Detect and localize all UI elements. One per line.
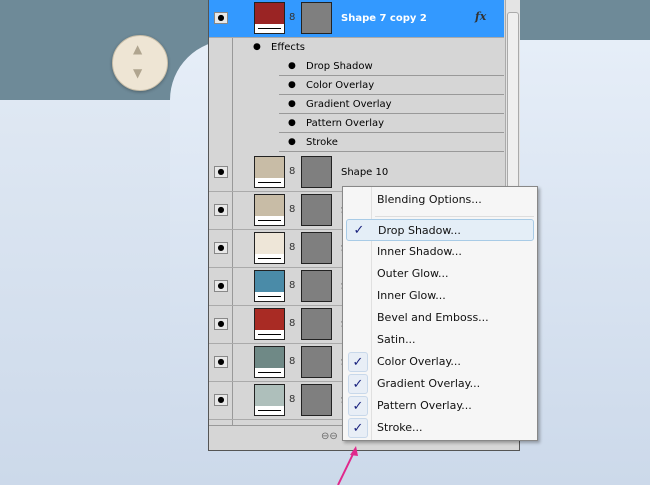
annotation-arrow: [337, 446, 358, 485]
